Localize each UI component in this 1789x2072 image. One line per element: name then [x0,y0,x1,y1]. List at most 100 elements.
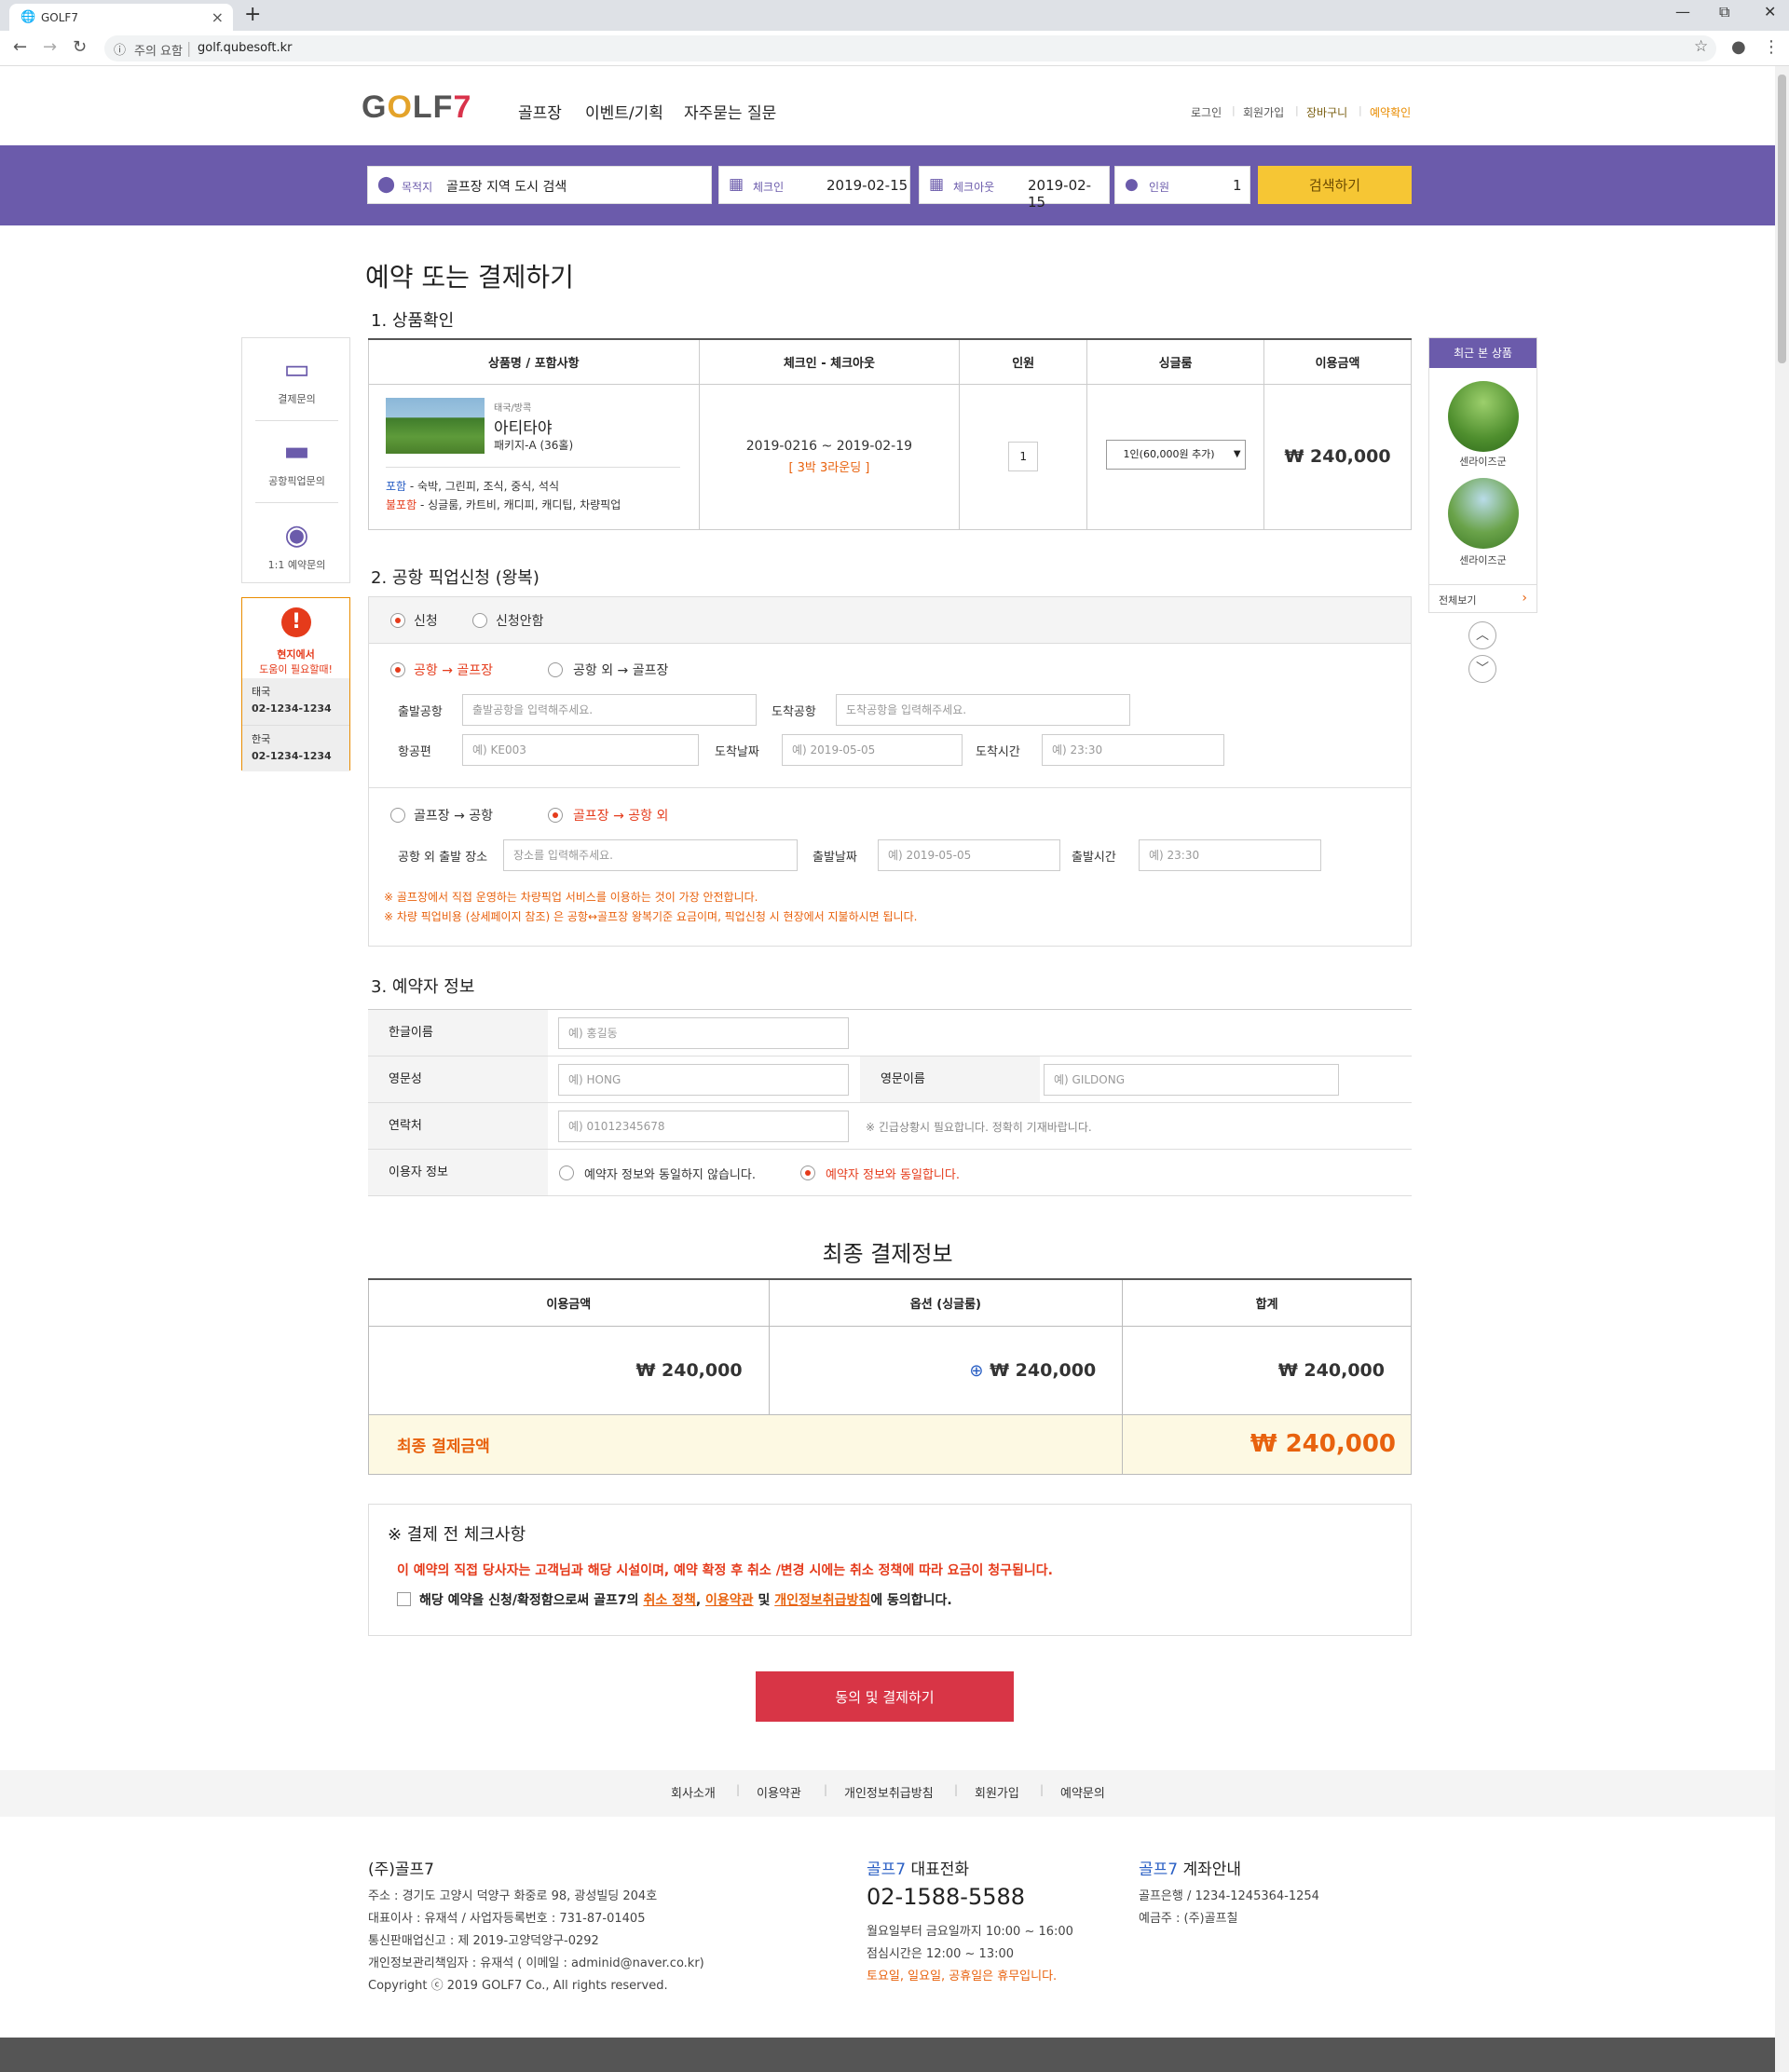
browser-tab[interactable]: 🌐 GOLF7 × [9,4,233,31]
pickup-note-2: ※ 차량 픽업비용 (상세페이지 참조) 은 공항↔골프장 왕복기준 요금이며,… [384,910,918,923]
product-cell: 태국/방콕 아티타야 패키지-A (36홀) 포함 - 숙박, 그린피, 조식,… [368,383,700,530]
reload-icon[interactable]: ↻ [73,37,87,57]
destination-field[interactable]: ⬤ 목적지 골프장 지역 도시 검색 [367,166,712,204]
gnb-faq[interactable]: 자주묻는 질문 [684,100,776,123]
single-room-select[interactable]: 1인(60,000원 추가) ▼ [1105,440,1246,470]
footer-inquiry-link[interactable]: 예약문의 [1060,1783,1105,1801]
footer-about-link[interactable]: 회사소개 [671,1783,716,1801]
apply-radio[interactable] [390,613,405,628]
gnb-event[interactable]: 이벤트/기획 [585,100,663,123]
agree-and-pay-button[interactable]: 동의 및 결제하기 [756,1671,1014,1722]
contact-note: ※ 긴급상황시 필요합니다. 정확히 기재바랍니다. [866,1121,1092,1134]
info-icon[interactable]: ⓘ [114,40,126,58]
minimize-icon[interactable]: — [1675,3,1690,20]
url-separator: | [186,39,192,57]
footer-bottom-bar [0,2038,1775,2072]
col-product: 상품명 / 포함사항 [368,338,700,385]
people-input[interactable]: 1 [1008,442,1039,471]
col-price: 이용금액 [1263,338,1412,385]
tab-title: GOLF7 [41,11,78,24]
footer-signup-link[interactable]: 회원가입 [975,1783,1019,1801]
footer-company: (주)골프7 [368,1861,435,1879]
checklist-title: ※ 결제 전 체크사항 [388,1525,526,1545]
account-icon[interactable]: ● [1731,37,1746,57]
payment-card-icon: ▭ [283,353,310,386]
agree-label: 해당 예약을 신청/확정함으로써 골프7의 취소 정책, 이용약관 및 개인정보… [419,1593,952,1608]
recent-product-name[interactable]: 센라이즈군 [1429,454,1536,469]
footer-bank-title: 골프7 계좌안내 [1139,1861,1242,1879]
product-thumbnail[interactable] [386,397,485,454]
apply-label: 신청 [414,614,438,629]
new-tab-button[interactable]: + [244,3,261,26]
section-booker-title: 3. 예약자 정보 [371,977,475,997]
agree-checkbox[interactable] [397,1592,411,1606]
scrollbar[interactable] [1775,66,1789,2072]
tab-close-icon[interactable]: × [212,8,224,26]
golf7-logo[interactable]: GOLF7 [362,89,471,126]
route-other-golf-radio[interactable] [548,662,563,677]
privacy-link[interactable]: 개인정보취급방침 [774,1593,870,1608]
recent-product-image[interactable] [1448,478,1519,549]
route-golf-airport-radio[interactable] [390,808,405,823]
window-close-icon[interactable]: ✕ [1764,3,1776,20]
recent-title: 최근 본 상품 [1429,338,1536,368]
dates-cell: 2019-0216 ~ 2019-02-19 [ 3박 3라운딩 ] [698,383,961,530]
footer-terms-link[interactable]: 이용약관 [757,1783,801,1801]
user-same-radio[interactable] [800,1166,815,1180]
restore-icon[interactable]: ⧉ [1719,3,1729,21]
back-icon[interactable]: ← [13,37,27,57]
signup-link[interactable]: 회원가입 [1243,104,1284,120]
user-diff-radio[interactable] [559,1166,574,1180]
product-table: 상품명 / 포함사항 체크인 - 체크아웃 인원 싱글룸 이용금액 태국/방콕 … [368,338,1412,530]
cancel-policy-link[interactable]: 취소 정책 [643,1593,695,1608]
depart-time-input[interactable] [1139,839,1321,871]
route-airport-golf-radio[interactable] [390,662,405,677]
search-button[interactable]: 검색하기 [1258,166,1412,204]
depart-date-input[interactable] [878,839,1060,871]
quick-reservation-inquiry[interactable]: ◉ 1:1 예약문의 [242,519,351,572]
login-link[interactable]: 로그인 [1191,104,1222,120]
english-last-name-input[interactable] [558,1064,849,1096]
chevron-right-icon: › [1522,591,1527,606]
english-first-name-input[interactable] [1044,1064,1339,1096]
footer-privacy-link[interactable]: 개인정보취급방침 [844,1783,934,1801]
checkout-field[interactable]: ▦ 체크아웃 2019-02-15 [919,166,1110,211]
quick-payment-inquiry[interactable]: ▭ 결제문의 [242,353,351,406]
final-amount: ₩ 240,000 [368,1325,770,1415]
route-golf-other-radio[interactable] [548,808,563,823]
terms-link[interactable]: 이용약관 [705,1593,754,1608]
arrive-airport-input[interactable] [836,694,1130,726]
forward-icon[interactable]: → [43,37,57,57]
product-name[interactable]: 아티타야 [494,415,553,438]
quick-pickup-inquiry[interactable]: ▬ 공항픽업문의 [242,435,351,488]
user-same-label: 예약자 정보와 동일합니다. [826,1168,960,1182]
korean-name-input[interactable] [558,1017,849,1049]
cart-link[interactable]: 장바구니 [1306,104,1347,120]
depart-place-input[interactable] [503,839,798,871]
no-apply-label: 신청안함 [496,614,544,629]
scroll-up-button[interactable]: ︿ [1468,621,1496,649]
url-field[interactable]: ⓘ 주의 요함 | golf.qubesoft.kr [104,35,1716,61]
reservation-check-link[interactable]: 예약확인 [1370,104,1411,120]
no-apply-radio[interactable] [472,613,487,628]
route-other-golf-label: 공항 외 → 골프장 [573,663,669,678]
arrive-time-input[interactable] [1042,734,1224,766]
exclude-text: 불포함 - 싱글룸, 카트비, 캐디피, 캐디팁, 차량픽업 [386,498,621,511]
scrollbar-thumb[interactable] [1778,75,1786,363]
recent-product-image[interactable] [1448,381,1519,452]
final-payment-title: 최종 결제정보 [822,1241,953,1267]
scroll-down-button[interactable]: ﹀ [1468,655,1496,683]
people-field[interactable]: ● 인원 1 [1114,166,1250,204]
menu-icon[interactable]: ⋮ [1763,37,1780,57]
gnb-golf-course[interactable]: 골프장 [518,100,562,123]
star-icon[interactable]: ☆ [1694,37,1708,56]
recent-product-name[interactable]: 센라이즈군 [1429,552,1536,567]
final-total-row: 최종 결제금액 ₩ 240,000 [367,1413,1412,1475]
divider [386,466,680,468]
checkin-field[interactable]: ▦ 체크인 2019-02-15 [718,166,910,204]
contact-input[interactable] [558,1111,849,1142]
depart-airport-input[interactable] [462,694,757,726]
arrive-date-input[interactable] [782,734,963,766]
flight-input[interactable] [462,734,699,766]
view-all-link[interactable]: 전체보기 › [1429,584,1536,612]
